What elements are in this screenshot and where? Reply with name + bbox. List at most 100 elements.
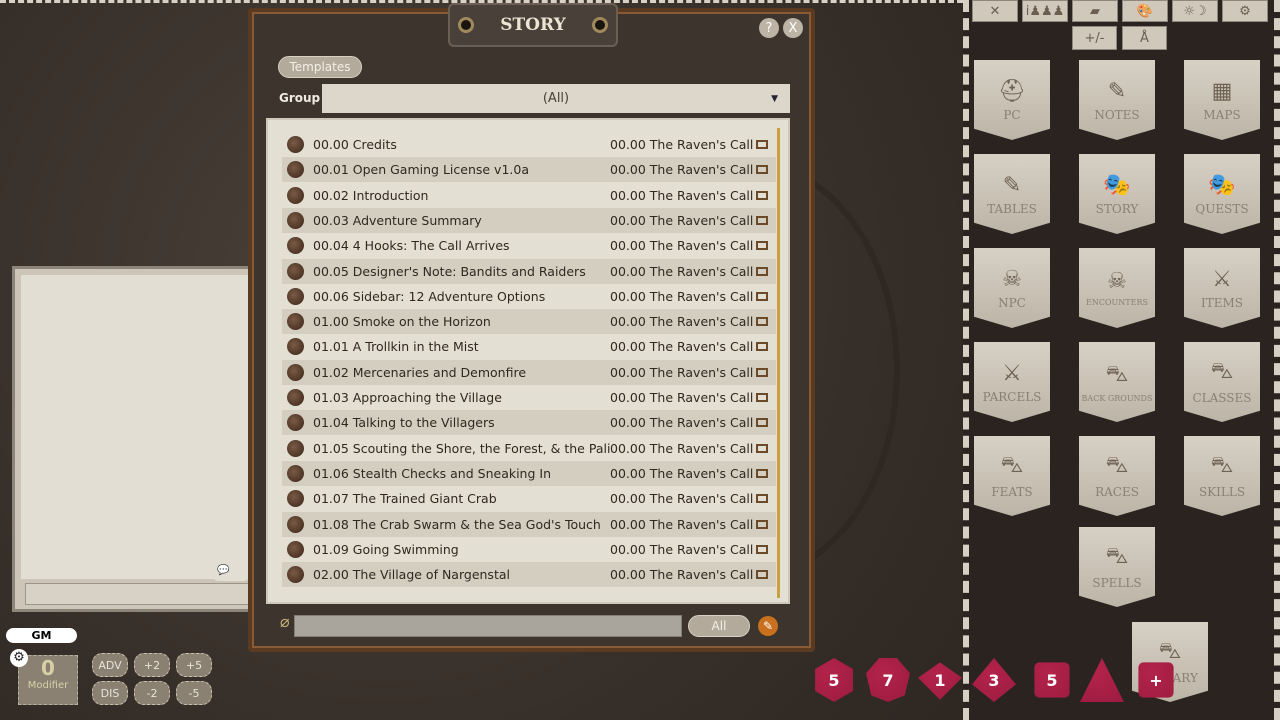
story-link-icon[interactable] (287, 186, 304, 204)
help-button[interactable]: ? (759, 18, 779, 38)
story-entry[interactable]: 01.01 A Trollkin in the Mist 00.00 The Ra… (282, 334, 776, 359)
story-link-icon[interactable] (287, 439, 304, 457)
sidebar-spells-button[interactable]: ⛍ SPELLS (1079, 527, 1155, 607)
modifier-minus2-button[interactable]: -2 (134, 681, 170, 705)
story-entry-group: 00.00 The Raven's Call (610, 390, 754, 405)
story-entry[interactable]: 01.09 Going Swimming 00.00 The Raven's Ca… (282, 537, 776, 562)
modifier-plus5-button[interactable]: +5 (176, 653, 212, 677)
story-entry[interactable]: 00.03 Adventure Summary 00.00 The Raven's… (282, 207, 776, 233)
story-link-icon[interactable] (287, 464, 304, 482)
group-label: Group (279, 91, 321, 105)
story-entry[interactable]: 00.04 4 Hooks: The Call Arrives 00.00 The… (282, 233, 776, 258)
window-title[interactable]: STORY (448, 3, 618, 47)
story-link-icon[interactable] (287, 490, 304, 508)
story-link-icon[interactable] (287, 389, 304, 406)
scrollbar[interactable] (777, 128, 780, 598)
gm-identity[interactable]: GM (6, 628, 77, 643)
sidebar-parcels-button[interactable]: ⚔ PARCELS (974, 342, 1050, 422)
modifier-adv-button[interactable]: ADV (92, 653, 128, 677)
story-entry[interactable]: 01.00 Smoke on the Horizon 00.00 The Rave… (282, 309, 776, 335)
modifier-minus5-button[interactable]: -5 (176, 681, 212, 705)
sidebar-feats-button[interactable]: ⛍ FEATS (974, 436, 1050, 516)
story-link-icon[interactable] (287, 566, 304, 584)
sidebar-label: QUESTS (1195, 201, 1249, 216)
story-entry[interactable]: 01.08 The Crab Swarm & the Sea God's Tou… (282, 511, 776, 537)
filter-all-button[interactable]: All (688, 615, 750, 637)
modifier-plus2-button[interactable]: +2 (134, 653, 170, 677)
story-entry[interactable]: 00.06 Sidebar: 12 Adventure Options 00.00… (282, 284, 776, 309)
story-link-icon[interactable] (287, 338, 304, 356)
story-entry[interactable]: 01.06 Stealth Checks and Sneaking In 00.0… (282, 460, 776, 486)
story-link-icon[interactable] (287, 161, 304, 179)
group-dropdown[interactable]: (All) ▼ (322, 84, 790, 113)
sidebar-tables-button[interactable]: ✎ TABLES (974, 154, 1050, 234)
book-icon (756, 342, 768, 352)
story-link-icon[interactable] (287, 540, 304, 558)
story-entry[interactable]: 01.02 Mercenaries and Demonfire 00.00 The… (282, 359, 776, 385)
story-entry[interactable]: 01.07 The Trained Giant Crab 00.00 The Ra… (282, 486, 776, 511)
sidebar-maps-button[interactable]: ▦ MAPS (1184, 60, 1260, 140)
book-icon (756, 367, 768, 377)
sidebar-story-button[interactable]: 🎭 STORY (1079, 154, 1155, 234)
sidebar-quests-button[interactable]: 🎭 QUESTS (1184, 154, 1260, 234)
modifiers-button[interactable]: +/- (1072, 26, 1117, 50)
story-link-icon[interactable] (287, 414, 304, 432)
calendar-button[interactable]: ▰ (1072, 0, 1118, 22)
settings-button[interactable]: ⚙ (1222, 0, 1268, 22)
sidebar-backgrounds-button[interactable]: ⛍ BACK GROUNDS (1079, 342, 1155, 422)
colors-button[interactable]: 🎨 (1122, 0, 1168, 22)
story-link-icon[interactable] (287, 136, 304, 153)
story-entry[interactable]: 00.00 Credits 00.00 The Raven's Call (282, 132, 776, 157)
book-icon (756, 418, 768, 428)
templates-button[interactable]: Templates (278, 56, 362, 78)
sidebar-npc-button[interactable]: ☠ NPC (974, 248, 1050, 328)
sidebar-encounters-button[interactable]: ☠ ENCOUNTERS (1079, 248, 1155, 328)
story-entry-name: 00.01 Open Gaming License v1.0a (313, 162, 529, 178)
book-icon (756, 443, 768, 453)
story-entry[interactable]: 01.03 Approaching the Village 00.00 The R… (282, 385, 776, 410)
story-link-icon[interactable] (287, 287, 304, 305)
modifier-dis-button[interactable]: DIS (92, 681, 128, 705)
d6-die[interactable]: 5 (1034, 662, 1070, 698)
story-link-icon[interactable] (287, 262, 304, 280)
story-entry[interactable]: 01.04 Talking to the Villagers 00.00 The … (282, 410, 776, 436)
lighting-button[interactable]: ☼☽ (1172, 0, 1218, 22)
sidebar-label: TABLES (987, 201, 1037, 216)
book-icon (756, 317, 768, 327)
sidebar-classes-button[interactable]: ⛍ CLASSES (1184, 342, 1260, 422)
chat-input[interactable] (25, 583, 251, 605)
close-button[interactable]: X (783, 18, 803, 38)
window-title-text: STORY (500, 15, 566, 35)
story-link-icon[interactable] (287, 313, 304, 331)
story-link-icon[interactable] (287, 515, 304, 533)
effects-button[interactable]: Å (1122, 26, 1167, 50)
modifier-box[interactable]: 0 Modifier (18, 655, 78, 705)
sidebar-skills-button[interactable]: ⛍ SKILLS (1184, 436, 1260, 516)
combat-tracker-button[interactable]: ✕ (972, 0, 1018, 22)
story-entry-group: 00.00 The Raven's Call (610, 263, 754, 279)
custom-die[interactable]: + (1138, 662, 1174, 698)
edit-icon[interactable]: ✎ (758, 616, 778, 636)
story-entry[interactable]: 00.05 Designer's Note: Bandits and Raide… (282, 258, 776, 284)
story-entry-name: 01.07 The Trained Giant Crab (313, 491, 497, 507)
chat-speech-icon[interactable]: 💬 (211, 565, 251, 581)
story-link-icon[interactable] (287, 237, 304, 255)
story-link-icon[interactable] (287, 363, 304, 381)
story-entry[interactable]: 02.00 The Village of Nargenstal 00.00 The… (282, 562, 776, 588)
story-entry[interactable]: 00.01 Open Gaming License v1.0a 00.00 The… (282, 157, 776, 183)
party-sheet-button[interactable]: i♟♟♟ (1022, 0, 1068, 22)
story-entry[interactable]: 01.05 Scouting the Shore, the Forest, & … (282, 436, 776, 461)
sidebar-races-button[interactable]: ⛍ RACES (1079, 436, 1155, 516)
sidebar-notes-button[interactable]: ✎ NOTES (1079, 60, 1155, 140)
story-link-icon[interactable] (287, 211, 304, 229)
search-input[interactable] (294, 615, 682, 637)
story-entry-name: 00.05 Designer's Note: Bandits and Raide… (313, 263, 586, 279)
story-entry-group: 00.00 The Raven's Call (610, 314, 754, 330)
sidebar-items-button[interactable]: ⚔ ITEMS (1184, 248, 1260, 328)
book-icon (756, 468, 768, 478)
story-entry[interactable]: 00.02 Introduction 00.00 The Raven's Call (282, 183, 776, 208)
sidebar-pc-button[interactable]: ⛑ PC (974, 60, 1050, 140)
story-entry-name: 01.08 The Crab Swarm & the Sea God's Tou… (313, 516, 601, 532)
story-entry-name: 00.02 Introduction (313, 187, 429, 203)
settings-icon[interactable]: ⚙ (10, 649, 28, 667)
